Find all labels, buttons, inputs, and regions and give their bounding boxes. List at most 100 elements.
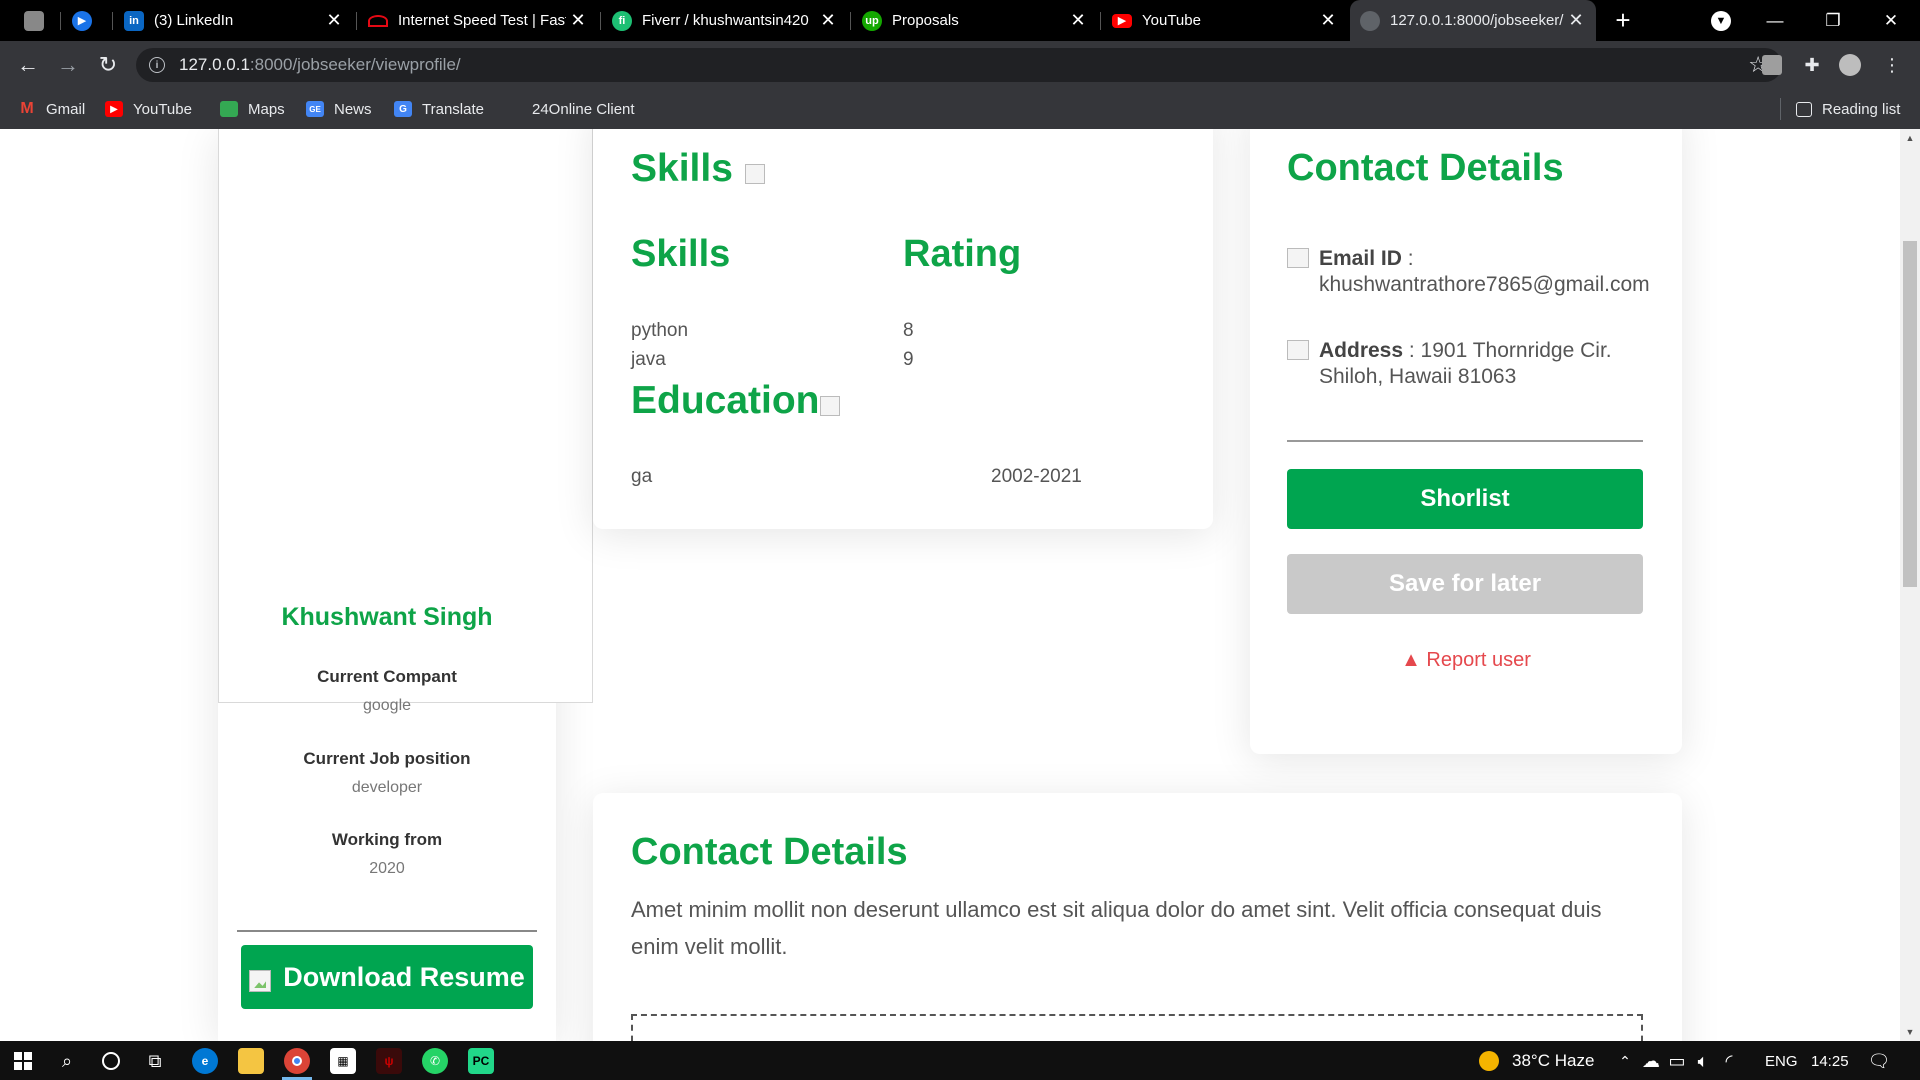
tab-title: Proposals xyxy=(892,12,959,29)
tab-youtube[interactable]: ▶ YouTube ✕ xyxy=(1102,0,1348,41)
tab-active[interactable]: 127.0.0.1:8000/jobseeker/ ✕ xyxy=(1350,0,1596,41)
bookmark-gmail[interactable]: M Gmail xyxy=(18,98,85,120)
close-window-icon[interactable]: ✕ xyxy=(1868,0,1914,41)
edit-education-icon[interactable] xyxy=(820,396,840,416)
save-for-later-button[interactable]: Save for later xyxy=(1287,554,1643,614)
scroll-down-icon[interactable]: ▼ xyxy=(1900,1023,1920,1041)
download-icon xyxy=(249,970,272,992)
fiverr-icon: fi xyxy=(612,10,632,31)
forward-icon[interactable]: → xyxy=(52,49,84,81)
address-bar[interactable]: i 127.0.0.1 :8000/jobseeker/viewprofile/… xyxy=(136,48,1782,82)
wifi-icon[interactable]: ◜ xyxy=(1716,1048,1742,1074)
whatsapp-icon[interactable]: ✆ xyxy=(422,1048,448,1074)
skills-heading: Skills xyxy=(631,147,733,190)
email-label: Email ID xyxy=(1319,247,1402,270)
back-icon[interactable]: ← xyxy=(12,49,44,81)
clock[interactable]: 14:25 xyxy=(1811,1053,1849,1070)
upload-dropzone[interactable] xyxy=(631,1014,1643,1041)
reload-icon[interactable]: ↻ xyxy=(92,49,124,81)
game-app-icon[interactable]: ψ xyxy=(376,1048,402,1074)
tab-fast[interactable]: Internet Speed Test | Fast.com ✕ xyxy=(358,0,598,41)
edit-skills-icon[interactable] xyxy=(745,164,765,184)
bookmark-translate[interactable]: G Translate xyxy=(394,98,484,120)
tab-title: Internet Speed Test | Fast.com xyxy=(398,12,566,29)
education-name: ga xyxy=(631,466,653,487)
bottom-contact-text: Amet minim mollit non deserunt ullamco e… xyxy=(631,897,1602,959)
language-indicator[interactable]: ENG xyxy=(1765,1053,1798,1070)
profile-avatar-icon[interactable] xyxy=(1838,53,1862,77)
edge-icon[interactable]: e xyxy=(192,1048,218,1074)
bookmark-maps[interactable]: Maps xyxy=(220,98,285,120)
windows-start-icon[interactable] xyxy=(10,1048,36,1074)
contact-title: Contact Details xyxy=(1287,147,1564,189)
working-from-label: Working from xyxy=(331,830,443,849)
close-icon[interactable]: ✕ xyxy=(1316,10,1340,31)
close-icon[interactable]: ✕ xyxy=(566,10,590,31)
tab-title: Fiverr / khushwantsin420 xyxy=(642,12,809,29)
speedometer-icon xyxy=(368,14,388,27)
bookmark-label: Gmail xyxy=(46,100,86,118)
tab-search-icon[interactable]: ▼ xyxy=(1698,0,1744,41)
puzzle-icon[interactable]: ✚ xyxy=(1800,53,1824,77)
tab-bar: ▶ in (3) LinkedIn ✕ Internet Speed Test … xyxy=(0,0,1920,41)
chrome-icon[interactable] xyxy=(284,1048,310,1074)
tab-separator xyxy=(1100,12,1101,30)
tab-1[interactable]: ▶ xyxy=(62,0,110,41)
play-icon: ▶ xyxy=(72,10,92,31)
onedrive-icon[interactable]: ☁ xyxy=(1638,1048,1664,1074)
close-icon[interactable]: ✕ xyxy=(816,10,840,31)
menu-kebab-icon[interactable]: ⋮ xyxy=(1880,53,1904,77)
minimize-icon[interactable]: — xyxy=(1752,0,1798,41)
url-path: :8000/jobseeker/viewprofile/ xyxy=(249,55,461,74)
report-user-link[interactable]: ▲ Report user xyxy=(1250,649,1682,672)
search-icon[interactable]: ⌕ xyxy=(54,1048,80,1074)
battery-icon[interactable]: ▭ xyxy=(1664,1048,1690,1074)
bookmark-youtube[interactable]: ▶ YouTube xyxy=(105,98,192,120)
restore-icon[interactable]: ❐ xyxy=(1810,0,1856,41)
tab-title: 127.0.0.1:8000/jobseeker/ xyxy=(1390,12,1564,29)
news-icon: GE xyxy=(306,101,324,117)
youtube-icon: ▶ xyxy=(105,101,123,117)
new-tab-icon[interactable]: + xyxy=(1600,0,1646,41)
bookmark-24online[interactable]: 24Online Client xyxy=(532,98,635,120)
download-resume-button[interactable]: Download Resume xyxy=(241,945,533,1009)
cortana-icon[interactable] xyxy=(98,1048,124,1074)
tab-fiverr[interactable]: fi Fiverr / khushwantsin420 ✕ xyxy=(602,0,848,41)
tab-linkedin[interactable]: in (3) LinkedIn ✕ xyxy=(114,0,354,41)
scrollbar-thumb[interactable] xyxy=(1903,241,1917,587)
tab-separator xyxy=(60,12,61,30)
bookmark-label: YouTube xyxy=(133,100,192,118)
scroll-up-icon[interactable]: ▲ xyxy=(1900,129,1920,147)
tab-proposals[interactable]: up Proposals ✕ xyxy=(852,0,1098,41)
email-value: khushwantrathore7865@gmail.com xyxy=(1319,273,1650,296)
close-icon[interactable]: ✕ xyxy=(322,10,346,31)
file-explorer-icon[interactable] xyxy=(238,1048,264,1074)
extension-icon[interactable] xyxy=(1760,53,1784,77)
store-icon[interactable]: ▦ xyxy=(330,1048,356,1074)
working-from-value: 2020 xyxy=(369,860,405,877)
info-icon[interactable]: i xyxy=(149,57,165,73)
bookmarks-bar: M Gmail ▶ YouTube Maps GE News G Transla… xyxy=(0,89,1920,129)
task-view-icon[interactable]: ⧉ xyxy=(142,1048,168,1074)
weather-icon[interactable] xyxy=(1476,1048,1502,1074)
page-scrollbar[interactable]: ▲ ▼ xyxy=(1900,129,1920,1041)
volume-icon[interactable]: 🔈︎ xyxy=(1690,1048,1716,1074)
current-company-value: google xyxy=(362,697,412,714)
contact-divider xyxy=(1287,440,1643,442)
tab-0[interactable] xyxy=(14,0,56,41)
windows-taskbar: ⌕ ⧉ e ▦ ψ ✆ PC 38°C Haze ⌃ ☁ ▭ 🔈︎ ◜ ENG … xyxy=(0,1041,1920,1080)
close-icon[interactable]: ✕ xyxy=(1564,10,1588,31)
globe-icon xyxy=(1360,10,1380,31)
address-label: Address xyxy=(1319,339,1404,362)
chevron-up-icon[interactable]: ⌃ xyxy=(1612,1048,1638,1074)
notifications-icon[interactable]: 🗨︎ xyxy=(1866,1048,1892,1074)
bookmark-label: News xyxy=(334,100,372,118)
close-icon[interactable]: ✕ xyxy=(1066,10,1090,31)
youtube-icon: ▶ xyxy=(1112,13,1132,28)
pycharm-icon[interactable]: PC xyxy=(468,1048,494,1074)
shortlist-button[interactable]: Shorlist xyxy=(1287,469,1643,529)
reading-list[interactable]: Reading list xyxy=(1796,98,1900,120)
tab-separator xyxy=(850,12,851,30)
bookmark-news[interactable]: GE News xyxy=(306,98,372,120)
weather-text[interactable]: 38°C Haze xyxy=(1512,1051,1594,1071)
